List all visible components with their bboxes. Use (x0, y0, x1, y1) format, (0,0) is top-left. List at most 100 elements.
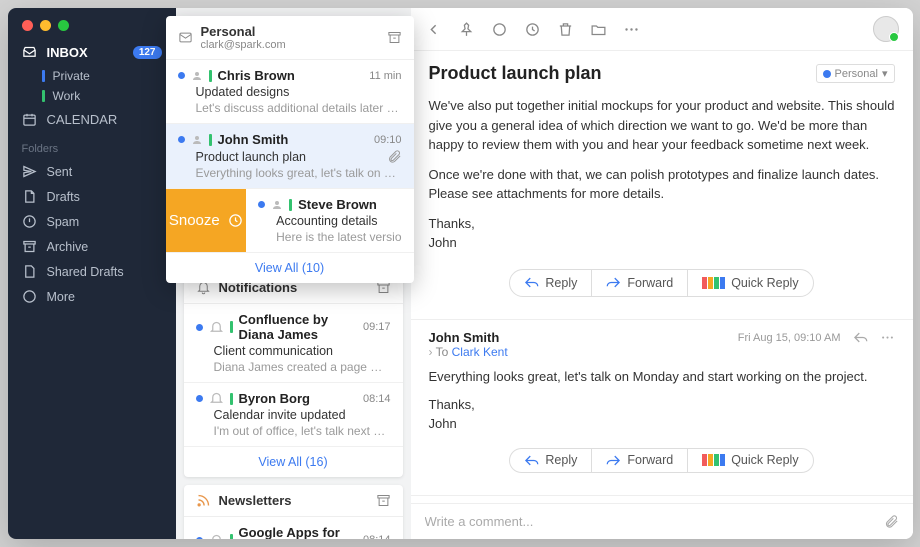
person-icon (271, 199, 283, 211)
thread-message: John Smith › To Clark Kent Fri Aug 15, 0… (411, 320, 913, 496)
nav-calendar-label: CALENDAR (47, 112, 118, 127)
folder-label: Shared Drafts (47, 265, 124, 279)
notification-item[interactable]: Confluence by Diana James 09:17 Client c… (184, 304, 403, 383)
quick-reply-button[interactable]: Quick Reply (687, 269, 813, 298)
more-icon[interactable] (880, 330, 895, 345)
window-controls (8, 8, 176, 39)
newsletters-title: Newsletters (219, 493, 292, 508)
quick-reply-icon (702, 277, 725, 289)
email-item-selected[interactable]: John Smith 09:10 Product launch plan Eve… (166, 124, 414, 189)
snooze-email-item[interactable]: Steve Brown Accounting details Here is t… (246, 189, 413, 252)
nav-account-private[interactable]: Private (8, 66, 176, 86)
email-sender: Steve Brown (298, 197, 377, 212)
forward-button[interactable]: Forward (592, 448, 687, 473)
email-subject: Accounting details (276, 214, 401, 228)
folder-label: Sent (47, 165, 73, 179)
snooze-button[interactable]: Snooze (166, 189, 247, 252)
clock-icon (228, 213, 243, 228)
signature-name: John (429, 235, 457, 250)
notification-time: 08:14 (363, 393, 391, 405)
minimize-window-button[interactable] (40, 20, 51, 31)
delete-icon[interactable] (557, 21, 574, 38)
nav-account-label: Private (53, 69, 90, 83)
forward-label: Forward (627, 453, 673, 467)
signature-line: Thanks, (429, 216, 475, 231)
newsletter-item[interactable]: Google Apps for Business 08:14 Updated T… (184, 517, 403, 539)
email-preview: Let's discuss additional details later t… (196, 101, 402, 115)
nav-calendar[interactable]: CALENDAR (8, 106, 176, 133)
reply-icon (524, 453, 539, 468)
archive-section-icon[interactable] (376, 493, 391, 508)
email-subject: Updated designs (196, 85, 402, 99)
thread-date: Fri Aug 15, 09:10 AM (738, 332, 841, 344)
email-sender: John Smith (218, 132, 289, 147)
folder-drafts[interactable]: Drafts (8, 184, 176, 209)
thread-to-name[interactable]: Clark Kent (452, 345, 508, 359)
notification-item[interactable]: Byron Borg 08:14 Calendar invite updated… (184, 383, 403, 447)
folder-label: Drafts (47, 190, 80, 204)
folder-spam[interactable]: Spam (8, 209, 176, 234)
thread-from: John Smith (429, 330, 508, 345)
reply-icon[interactable] (853, 330, 868, 345)
notification-preview: I'm out of office, let's talk next week.… (214, 424, 391, 438)
label-name: Personal (835, 68, 878, 80)
reply-button[interactable]: Reply (509, 448, 592, 473)
quick-reply-button[interactable]: Quick Reply (687, 448, 813, 473)
folder-sent[interactable]: Sent (8, 159, 176, 184)
account-indicator (230, 321, 233, 333)
forward-icon (606, 453, 621, 468)
back-icon[interactable] (425, 21, 442, 38)
message-list-column: Personal clark@spark.com Chris Brown 11 … (176, 8, 411, 539)
folders-heading: Folders (8, 133, 176, 159)
personal-view-all[interactable]: View All (10) (166, 253, 414, 283)
thread-actions: Reply Forward Quick Reply (429, 442, 895, 483)
personal-panel: Personal clark@spark.com Chris Brown 11 … (166, 16, 414, 283)
pin-icon[interactable] (458, 21, 475, 38)
nav-account-work[interactable]: Work (8, 86, 176, 106)
maximize-window-button[interactable] (58, 20, 69, 31)
thread-sig1: Thanks, (429, 397, 475, 412)
notification-subject: Client communication (214, 344, 391, 358)
email-preview: Here is the latest versio (276, 230, 401, 244)
subject-row: Product launch plan Personal ▾ (411, 51, 913, 96)
close-window-button[interactable] (22, 20, 33, 31)
notification-sender: Byron Borg (239, 391, 311, 406)
person-icon (191, 70, 203, 82)
forward-button[interactable]: Forward (592, 269, 687, 298)
folder-archive[interactable]: Archive (8, 234, 176, 259)
expand-icon[interactable]: › (429, 345, 433, 359)
account-indicator (209, 70, 212, 82)
label-dropdown[interactable]: Personal ▾ (816, 64, 895, 83)
email-item[interactable]: Chris Brown 11 min Updated designs Let's… (166, 60, 414, 124)
sent-icon (22, 164, 37, 179)
account-indicator (230, 393, 233, 405)
personal-title: Personal (201, 24, 286, 39)
snooze-icon[interactable] (524, 21, 541, 38)
mark-unread-icon[interactable] (491, 21, 508, 38)
folder-more[interactable]: More (8, 284, 176, 309)
newsletter-time: 08:14 (363, 534, 391, 539)
comment-input[interactable] (425, 514, 884, 529)
unread-dot (178, 72, 185, 79)
more-actions-icon[interactable] (623, 21, 640, 38)
thread-body-text: Everything looks great, let's talk on Mo… (429, 367, 895, 387)
user-avatar[interactable] (873, 16, 899, 42)
inbox-icon (22, 45, 37, 60)
message-subject: Product launch plan (429, 63, 602, 84)
reply-button[interactable]: Reply (509, 269, 592, 298)
notifications-view-all[interactable]: View All (16) (184, 447, 403, 477)
account-indicator (289, 199, 292, 211)
chevron-down-icon: ▾ (882, 67, 888, 80)
personal-email: clark@spark.com (201, 39, 286, 51)
attach-icon[interactable] (884, 514, 899, 529)
archive-section-icon[interactable] (387, 30, 402, 45)
move-folder-icon[interactable] (590, 21, 607, 38)
nav-inbox[interactable]: INBOX 127 (8, 39, 176, 66)
bell-small-icon (209, 391, 224, 406)
notification-sender: Confluence by Diana James (239, 312, 363, 342)
forward-icon (606, 275, 621, 290)
spam-icon (22, 214, 37, 229)
bell-small-icon (209, 533, 224, 540)
folder-shared-drafts[interactable]: Shared Drafts (8, 259, 176, 284)
quick-reply-label: Quick Reply (731, 453, 798, 467)
